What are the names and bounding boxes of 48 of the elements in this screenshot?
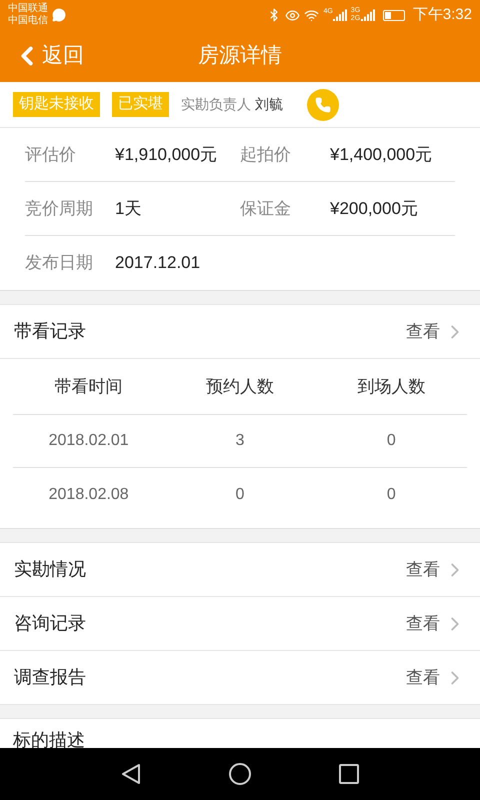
view-link[interactable]: 查看: [406, 664, 440, 690]
inspector-label: 实勘负责人: [181, 95, 251, 114]
list-row[interactable]: 调查报告 查看: [0, 651, 480, 705]
list-row[interactable]: 实勘情况 查看: [0, 543, 480, 597]
chat-bubble-icon: [52, 8, 66, 22]
inspector-name: 刘毓: [255, 95, 283, 114]
table-cell-text: 0: [386, 484, 397, 504]
recents-square-icon[interactable]: [338, 763, 360, 785]
carrier-name: 中国联通: [8, 3, 48, 14]
signal-icon: [332, 9, 347, 21]
view-link[interactable]: 查看: [406, 556, 440, 582]
table-cell-text: 0: [386, 431, 397, 451]
info-label: 保证金: [240, 198, 292, 220]
eye-icon: [285, 8, 300, 22]
view-link[interactable]: 查看: [406, 318, 440, 344]
info-value: ¥1,400,000元: [330, 144, 432, 166]
info-value: ¥200,000元: [330, 198, 418, 220]
info-label: 评估价: [25, 144, 77, 166]
table-cell-text: 3: [234, 431, 246, 451]
page-title: 房源详情: [198, 43, 282, 70]
table-cell-text: 2018.02.01: [48, 431, 130, 451]
carrier-name: 中国电信: [8, 15, 48, 27]
signal-icon: [360, 9, 375, 21]
info-label: 竞价周期: [25, 198, 94, 220]
info-value: 1天: [115, 198, 142, 220]
column-header: 带看时间: [54, 376, 124, 398]
column-header: 预约人数: [204, 376, 275, 398]
info-label: 发布日期: [25, 252, 94, 274]
back-triangle-icon[interactable]: [120, 763, 142, 785]
row-title: 咨询记录: [14, 612, 87, 635]
info-value: 2017.12.01: [115, 252, 200, 274]
row-title: 实勘情况: [14, 558, 87, 581]
status-tag: 已实堪: [112, 92, 169, 117]
column-header: 到场人数: [356, 376, 426, 398]
list-row[interactable]: 咨询记录 查看: [0, 597, 480, 651]
row-title: 带看记录: [14, 320, 87, 343]
info-label: 起拍价: [240, 144, 292, 166]
info-value: ¥1,910,000元: [115, 144, 218, 166]
wifi-icon: [304, 8, 320, 22]
table-cell-text: 0: [234, 484, 246, 504]
status-tag: 钥匙未接收: [13, 92, 100, 117]
battery-icon: [382, 10, 405, 20]
view-link[interactable]: 查看: [406, 610, 440, 636]
phone-icon: [315, 96, 331, 112]
clock: 下午3:32: [412, 4, 472, 25]
home-circle-icon[interactable]: [228, 762, 252, 786]
row-title: 调查报告: [14, 666, 87, 689]
table-cell-text: 2018.02.08: [48, 484, 130, 504]
